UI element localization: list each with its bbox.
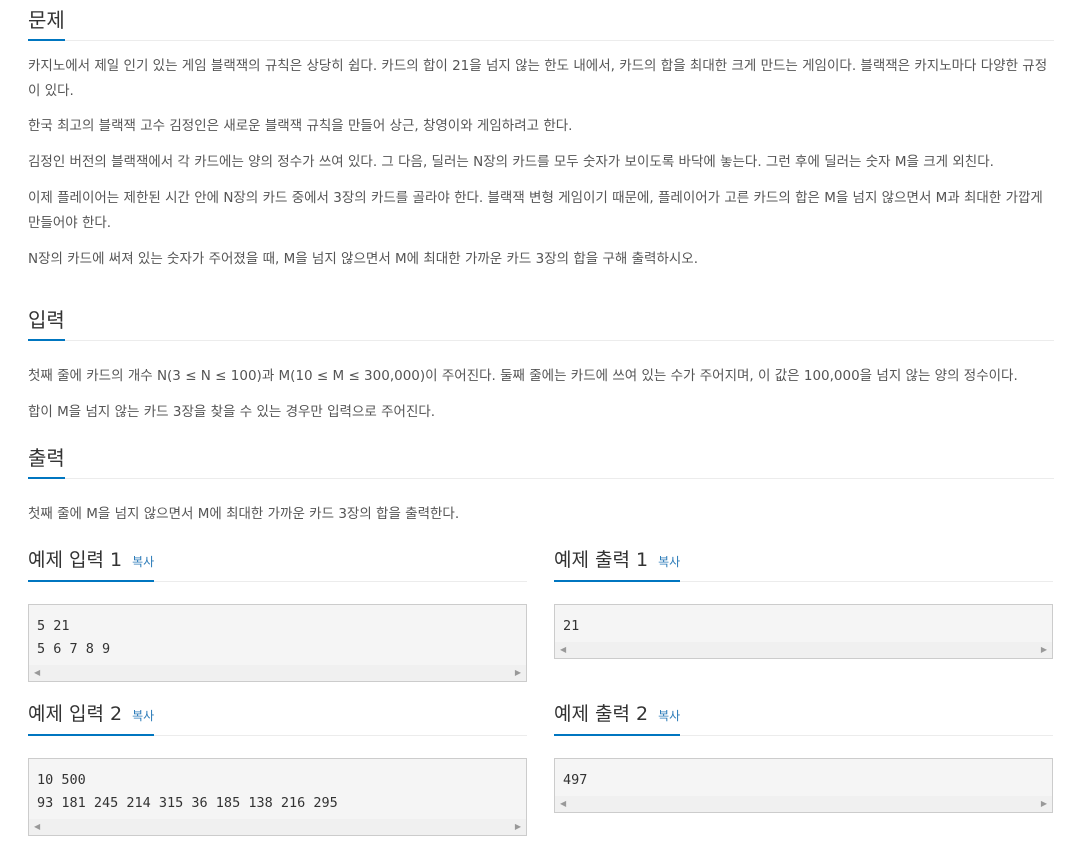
sample-output-2: 예제 출력 2 복사 497 ◀ ▶ [554, 701, 1053, 813]
input-paragraph: 첫째 줄에 카드의 개수 N(3 ≤ N ≤ 100)과 M(10 ≤ M ≤ … [28, 368, 1018, 384]
sample-input-1: 예제 입력 1 복사 5 21 5 6 7 8 9 ◀ ▶ [28, 547, 527, 682]
problem-header: 문제 [28, 0, 1054, 41]
output-paragraph: 첫째 줄에 M을 넘지 않으면서 M에 최대한 가까운 카드 3장의 합을 출력… [28, 506, 460, 522]
scroll-right-icon[interactable]: ▶ [515, 819, 521, 835]
sample-output-text: 21 [563, 618, 580, 634]
sample-output-box[interactable]: 497 ◀ ▶ [554, 758, 1053, 813]
scroll-right-icon[interactable]: ▶ [515, 665, 521, 681]
problem-section: 문제 카지노에서 제일 인기 있는 게임 블랙잭의 규칙은 상당히 쉽다. 카드… [28, 0, 1054, 267]
input-header: 입력 [28, 300, 1054, 341]
problem-paragraph: N장의 카드에 써져 있는 숫자가 주어졌을 때, M을 넘지 않으면서 M에 … [28, 251, 698, 267]
problem-paragraph: 카지노에서 제일 인기 있는 게임 블랙잭의 규칙은 상당히 쉽다. 카드의 합… [28, 58, 1048, 99]
output-title: 출력 [28, 445, 65, 479]
sample-output-text: 497 [563, 772, 588, 788]
sample-input-title-text: 예제 입력 1 [28, 549, 123, 571]
sample-output-title-text: 예제 출력 1 [554, 549, 649, 571]
copy-button[interactable]: 복사 [658, 709, 680, 723]
sample-output-header: 예제 출력 2 복사 [554, 701, 1053, 736]
copy-button[interactable]: 복사 [658, 555, 680, 569]
output-header: 출력 [28, 438, 1054, 479]
sample-input-box[interactable]: 10 500 93 181 245 214 315 36 185 138 216… [28, 758, 527, 836]
scroll-right-icon[interactable]: ▶ [1041, 796, 1047, 812]
sample-input-text: 5 21 5 6 7 8 9 [37, 618, 111, 657]
sample-input-2: 예제 입력 2 복사 10 500 93 181 245 214 315 36 … [28, 701, 527, 836]
output-section: 출력 첫째 줄에 M을 넘지 않으면서 M에 최대한 가까운 카드 3장의 합을… [28, 438, 1054, 522]
scroll-right-icon[interactable]: ▶ [1041, 642, 1047, 658]
horizontal-scrollbar[interactable]: ◀ ▶ [555, 642, 1052, 658]
output-description: 첫째 줄에 M을 넘지 않으면서 M에 최대한 가까운 카드 3장의 합을 출력… [28, 502, 1054, 527]
copy-button[interactable]: 복사 [132, 555, 154, 569]
sample-input-box[interactable]: 5 21 5 6 7 8 9 ◀ ▶ [28, 604, 527, 682]
input-title: 입력 [28, 307, 65, 341]
problem-title: 문제 [28, 7, 65, 41]
sample-input-title: 예제 입력 2 복사 [28, 702, 155, 736]
sample-input-header: 예제 입력 1 복사 [28, 547, 527, 582]
scroll-left-icon[interactable]: ◀ [34, 819, 40, 835]
sample-output-title: 예제 출력 1 복사 [554, 548, 681, 582]
scroll-left-icon[interactable]: ◀ [560, 796, 566, 812]
sample-output-1: 예제 출력 1 복사 21 ◀ ▶ [554, 547, 1053, 659]
sample-output-header: 예제 출력 1 복사 [554, 547, 1053, 582]
sample-input-header: 예제 입력 2 복사 [28, 701, 527, 736]
problem-paragraph: 이제 플레이어는 제한된 시간 안에 N장의 카드 중에서 3장의 카드를 골라… [28, 190, 1043, 231]
sample-output-box[interactable]: 21 ◀ ▶ [554, 604, 1053, 659]
copy-button[interactable]: 복사 [132, 709, 154, 723]
horizontal-scrollbar[interactable]: ◀ ▶ [555, 796, 1052, 812]
input-section: 입력 첫째 줄에 카드의 개수 N(3 ≤ N ≤ 100)과 M(10 ≤ M… [28, 300, 1054, 420]
input-description: 첫째 줄에 카드의 개수 N(3 ≤ N ≤ 100)과 M(10 ≤ M ≤ … [28, 364, 1054, 425]
scroll-left-icon[interactable]: ◀ [560, 642, 566, 658]
problem-paragraph: 김정인 버전의 블랙잭에서 각 카드에는 양의 정수가 쓰여 있다. 그 다음,… [28, 154, 994, 170]
sample-output-title-text: 예제 출력 2 [554, 703, 649, 725]
problem-paragraph: 한국 최고의 블랙잭 고수 김정인은 새로운 블랙잭 규칙을 만들어 상근, 창… [28, 118, 573, 134]
sample-input-title: 예제 입력 1 복사 [28, 548, 155, 582]
sample-input-text: 10 500 93 181 245 214 315 36 185 138 216… [37, 772, 338, 811]
horizontal-scrollbar[interactable]: ◀ ▶ [29, 665, 526, 681]
horizontal-scrollbar[interactable]: ◀ ▶ [29, 819, 526, 835]
problem-description: 카지노에서 제일 인기 있는 게임 블랙잭의 규칙은 상당히 쉽다. 카드의 합… [28, 54, 1054, 272]
sample-input-title-text: 예제 입력 2 [28, 703, 123, 725]
input-paragraph: 합이 M을 넘지 않는 카드 3장을 찾을 수 있는 경우만 입력으로 주어진다… [28, 404, 436, 420]
sample-output-title: 예제 출력 2 복사 [554, 702, 681, 736]
scroll-left-icon[interactable]: ◀ [34, 665, 40, 681]
